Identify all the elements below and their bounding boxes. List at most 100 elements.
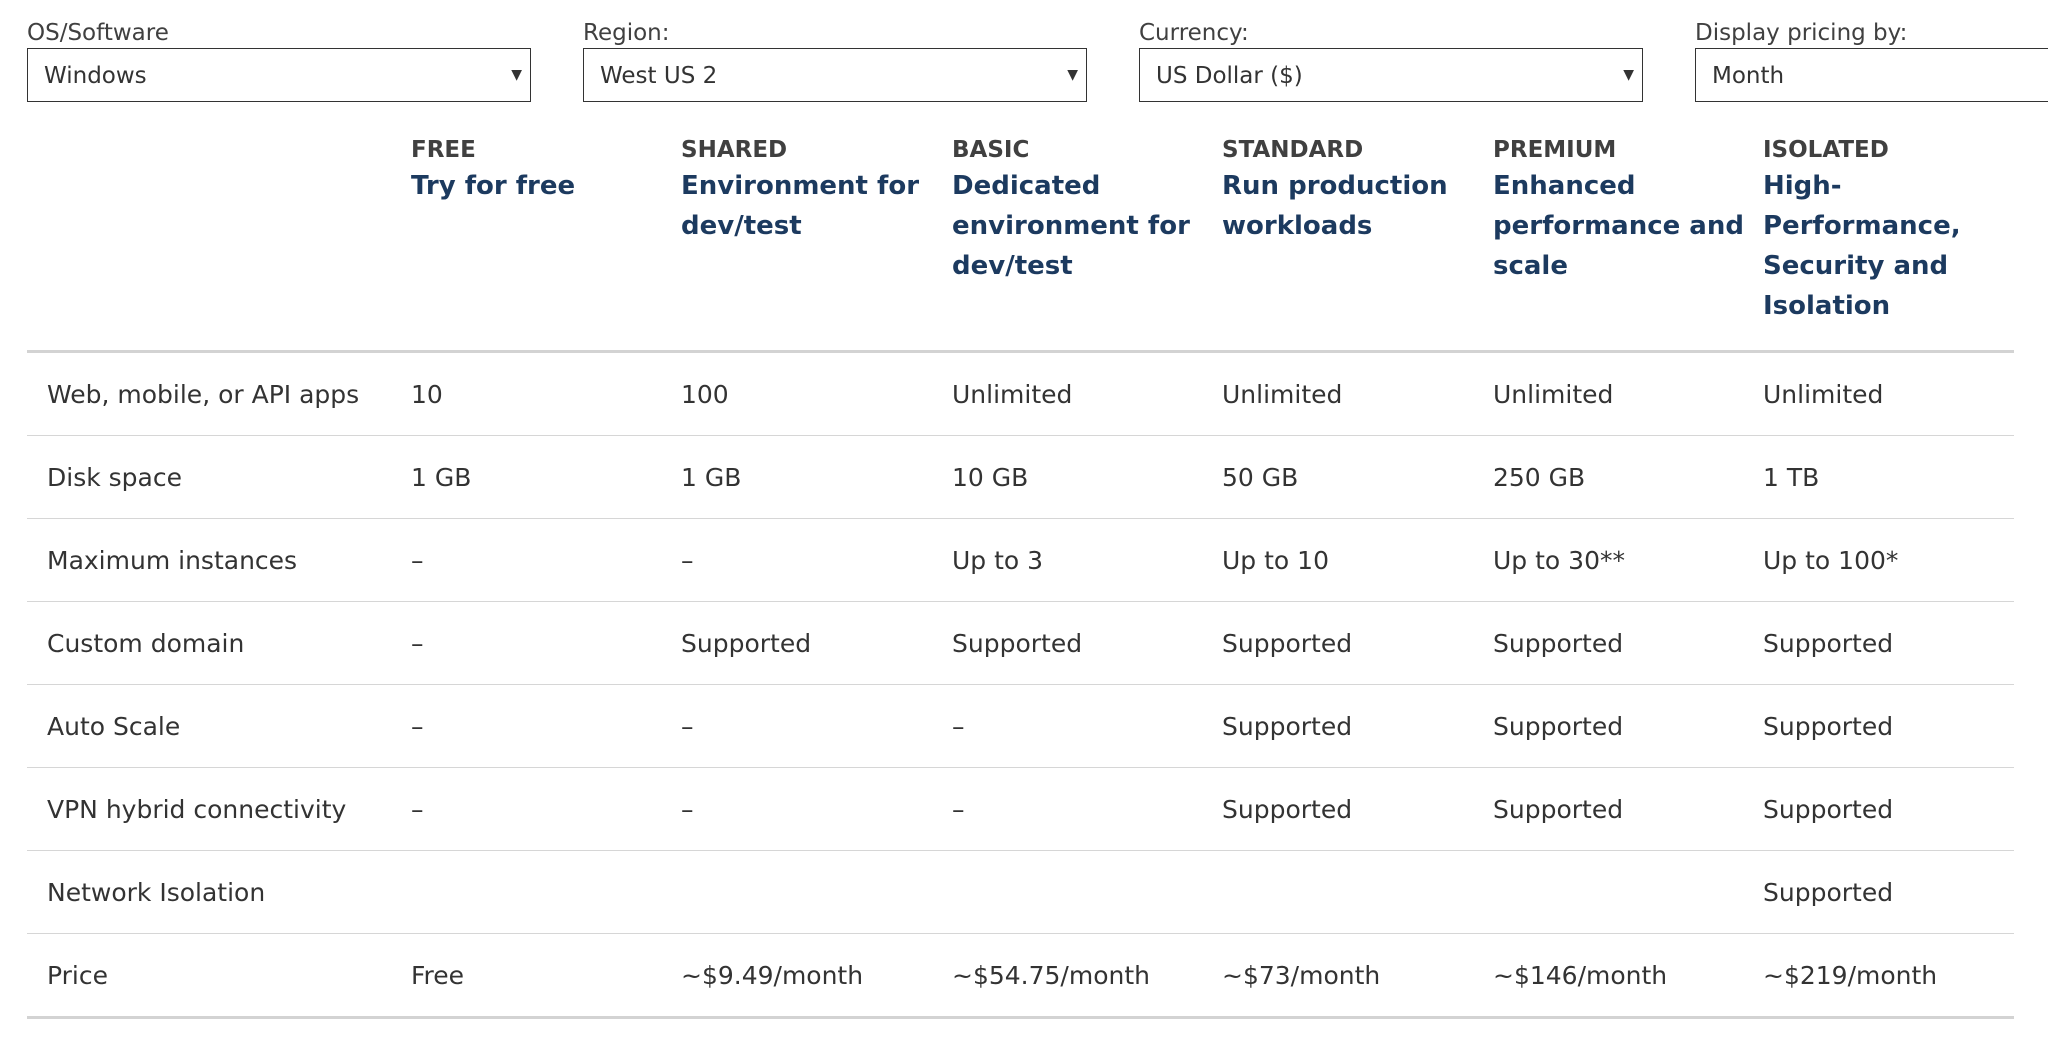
feature-label: Custom domain (27, 601, 411, 685)
tier-description: Run production workloads (1222, 171, 1448, 241)
cell-value: 100 (681, 351, 952, 436)
tier-description: Try for free (411, 171, 576, 201)
cell-value: Supported (952, 601, 1222, 685)
currency-label: Currency: (1139, 20, 1249, 46)
os-software-value: Windows (44, 63, 147, 89)
cell-value: 1 TB (1763, 435, 2014, 519)
cell-value: Supported (1222, 684, 1493, 768)
price-value: ~$146/month (1493, 933, 1763, 1019)
cell-value: – (411, 601, 681, 685)
cell-value (681, 850, 952, 934)
cell-value (1222, 850, 1493, 934)
currency-filter: Currency: US Dollar ($) ▼ (1139, 18, 1643, 102)
caret-down-icon: ▼ (511, 67, 522, 83)
tier-name: BASIC (952, 137, 1030, 163)
price-value: ~$219/month (1763, 933, 2014, 1019)
feature-label: Maximum instances (27, 518, 411, 602)
row-vpn: VPN hybrid connectivity – – – Supported … (27, 767, 2014, 851)
cell-value: Supported (1222, 601, 1493, 685)
cell-value: Unlimited (1222, 351, 1493, 436)
cell-value: Up to 10 (1222, 518, 1493, 602)
tier-header-premium: PREMIUM Enhanced performance and scale (1493, 136, 1763, 353)
pricing-page: OS/Software Windows ▼ Region: West US 2 … (0, 0, 2048, 1042)
price-value: Free (411, 933, 681, 1019)
feature-label: Disk space (27, 435, 411, 519)
tier-name: PREMIUM (1493, 137, 1617, 163)
row-auto-scale: Auto Scale – – – Supported Supported Sup… (27, 684, 2014, 768)
currency-value: US Dollar ($) (1156, 63, 1303, 89)
region-filter: Region: West US 2 ▼ (583, 18, 1087, 102)
cell-value: Supported (1763, 601, 2014, 685)
cell-value: Supported (1222, 767, 1493, 851)
feature-label: Web, mobile, or API apps (27, 351, 411, 436)
cell-value: – (681, 767, 952, 851)
feature-label: Auto Scale (27, 684, 411, 768)
cell-value: Unlimited (1493, 351, 1763, 436)
display-pricing-value: Month (1712, 63, 1785, 89)
cell-value: 10 (411, 351, 681, 436)
price-value: ~$73/month (1222, 933, 1493, 1019)
tier-description: Enhanced performance and scale (1493, 171, 1744, 281)
cell-value: Supported (1493, 684, 1763, 768)
tier-header-basic: BASIC Dedicated environment for dev/test (952, 136, 1222, 353)
tier-header-row: FREE Try for free SHARED Environment for… (27, 136, 2014, 353)
cell-value: 1 GB (411, 435, 681, 519)
os-software-filter: OS/Software Windows ▼ (27, 18, 531, 102)
region-label: Region: (583, 20, 670, 46)
tier-description: High-Performance, Security and Isolation (1763, 171, 1961, 321)
tier-name: ISOLATED (1763, 137, 1889, 163)
cell-value: Up to 3 (952, 518, 1222, 602)
row-custom-domain: Custom domain – Supported Supported Supp… (27, 601, 2014, 685)
region-select[interactable]: West US 2 ▼ (583, 48, 1087, 102)
cell-value: 10 GB (952, 435, 1222, 519)
os-software-label: OS/Software (27, 20, 169, 46)
cell-value: – (411, 684, 681, 768)
row-max-instances: Maximum instances – – Up to 3 Up to 10 U… (27, 518, 2014, 602)
tier-header-isolated: ISOLATED High-Performance, Security and … (1763, 136, 2014, 353)
tier-name: SHARED (681, 137, 788, 163)
cell-value: Up to 100* (1763, 518, 2014, 602)
currency-select[interactable]: US Dollar ($) ▼ (1139, 48, 1643, 102)
cell-value: Supported (1763, 767, 2014, 851)
cell-value: Supported (1763, 684, 2014, 768)
cell-value: Up to 30** (1493, 518, 1763, 602)
display-pricing-filter: Display pricing by: Month (1695, 18, 2048, 102)
cell-value: – (952, 684, 1222, 768)
price-value: ~$54.75/month (952, 933, 1222, 1019)
cell-value: – (681, 518, 952, 602)
tier-name: STANDARD (1222, 137, 1364, 163)
tier-header-free: FREE Try for free (411, 136, 681, 353)
display-pricing-label: Display pricing by: (1695, 20, 1908, 46)
row-price: Price Free ~$9.49/month ~$54.75/month ~$… (27, 933, 2014, 1019)
caret-down-icon: ▼ (1067, 67, 1078, 83)
feature-label: Price (27, 933, 411, 1019)
tier-header-standard: STANDARD Run production workloads (1222, 136, 1493, 353)
caret-down-icon: ▼ (1623, 67, 1634, 83)
cell-value (411, 850, 681, 934)
cell-value: Supported (1763, 850, 2014, 934)
cell-value: – (681, 684, 952, 768)
cell-value: 1 GB (681, 435, 952, 519)
os-software-select[interactable]: Windows ▼ (27, 48, 531, 102)
cell-value: 50 GB (1222, 435, 1493, 519)
row-network-isolation: Network Isolation Supported (27, 850, 2014, 934)
feature-header (27, 136, 411, 353)
feature-label: VPN hybrid connectivity (27, 767, 411, 851)
price-value: ~$9.49/month (681, 933, 952, 1019)
cell-value (952, 850, 1222, 934)
cell-value (1493, 850, 1763, 934)
cell-value: Supported (1493, 601, 1763, 685)
feature-label: Network Isolation (27, 850, 411, 934)
cell-value: Unlimited (952, 351, 1222, 436)
tier-name: FREE (411, 137, 476, 163)
cell-value: – (411, 767, 681, 851)
cell-value: – (411, 518, 681, 602)
cell-value: 250 GB (1493, 435, 1763, 519)
row-disk-space: Disk space 1 GB 1 GB 10 GB 50 GB 250 GB … (27, 435, 2014, 519)
region-value: West US 2 (600, 63, 718, 89)
pricing-table: FREE Try for free SHARED Environment for… (27, 136, 2014, 1019)
display-pricing-select[interactable]: Month (1695, 48, 2048, 102)
cell-value: – (952, 767, 1222, 851)
tier-description: Dedicated environment for dev/test (952, 171, 1190, 281)
row-apps: Web, mobile, or API apps 10 100 Unlimite… (27, 351, 2014, 436)
